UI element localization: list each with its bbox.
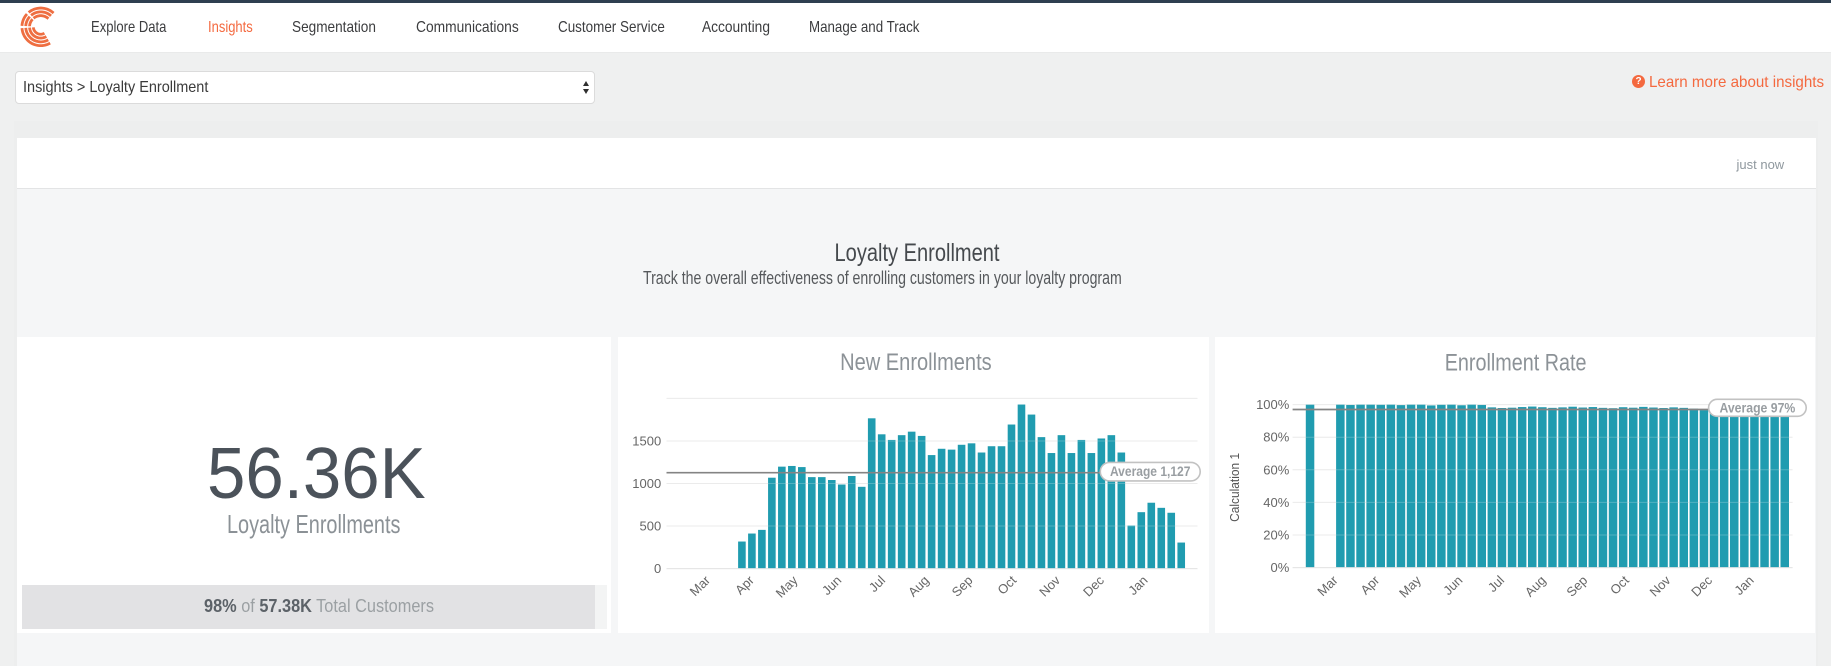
svg-text:May: May [1396, 573, 1424, 601]
svg-text:Dec: Dec [1689, 573, 1716, 600]
svg-text:Dec: Dec [1079, 573, 1106, 600]
svg-text:Mar: Mar [1315, 573, 1342, 600]
svg-text:Jan: Jan [1125, 573, 1150, 598]
svg-text:Apr: Apr [1358, 573, 1383, 598]
svg-text:1000: 1000 [632, 476, 661, 491]
svg-text:Enrollment Rate: Enrollment Rate [1445, 350, 1587, 377]
svg-text:80%: 80% [1264, 430, 1290, 445]
svg-text:Mar: Mar [686, 573, 713, 600]
svg-text:May: May [772, 573, 800, 601]
svg-text:Calculation 1: Calculation 1 [1227, 453, 1242, 522]
svg-text:Oct: Oct [1607, 573, 1632, 598]
svg-text:Average 97%: Average 97% [1720, 400, 1796, 416]
svg-text:New Enrollments: New Enrollments [840, 349, 992, 376]
svg-text:Sep: Sep [1564, 573, 1591, 600]
svg-text:Oct: Oct [994, 573, 1019, 598]
svg-text:Nov: Nov [1036, 573, 1063, 600]
svg-text:Nov: Nov [1647, 573, 1674, 600]
svg-text:100%: 100% [1256, 397, 1290, 412]
svg-text:500: 500 [639, 519, 661, 534]
svg-text:Jun: Jun [818, 573, 843, 598]
svg-text:Aug: Aug [1522, 573, 1549, 600]
svg-text:Jul: Jul [865, 573, 887, 595]
svg-text:Apr: Apr [732, 573, 757, 598]
svg-text:Jun: Jun [1440, 573, 1465, 598]
svg-text:Jul: Jul [1485, 573, 1507, 595]
svg-text:Average 1,127: Average 1,127 [1109, 463, 1190, 479]
svg-text:60%: 60% [1264, 463, 1290, 478]
svg-text:1500: 1500 [632, 434, 661, 449]
svg-text:40%: 40% [1264, 495, 1290, 510]
svg-text:0%: 0% [1271, 560, 1290, 575]
svg-text:Aug: Aug [904, 573, 931, 600]
svg-text:0: 0 [653, 561, 660, 576]
svg-text:Sep: Sep [948, 573, 975, 600]
svg-text:Jan: Jan [1732, 573, 1757, 598]
svg-text:20%: 20% [1264, 528, 1290, 543]
